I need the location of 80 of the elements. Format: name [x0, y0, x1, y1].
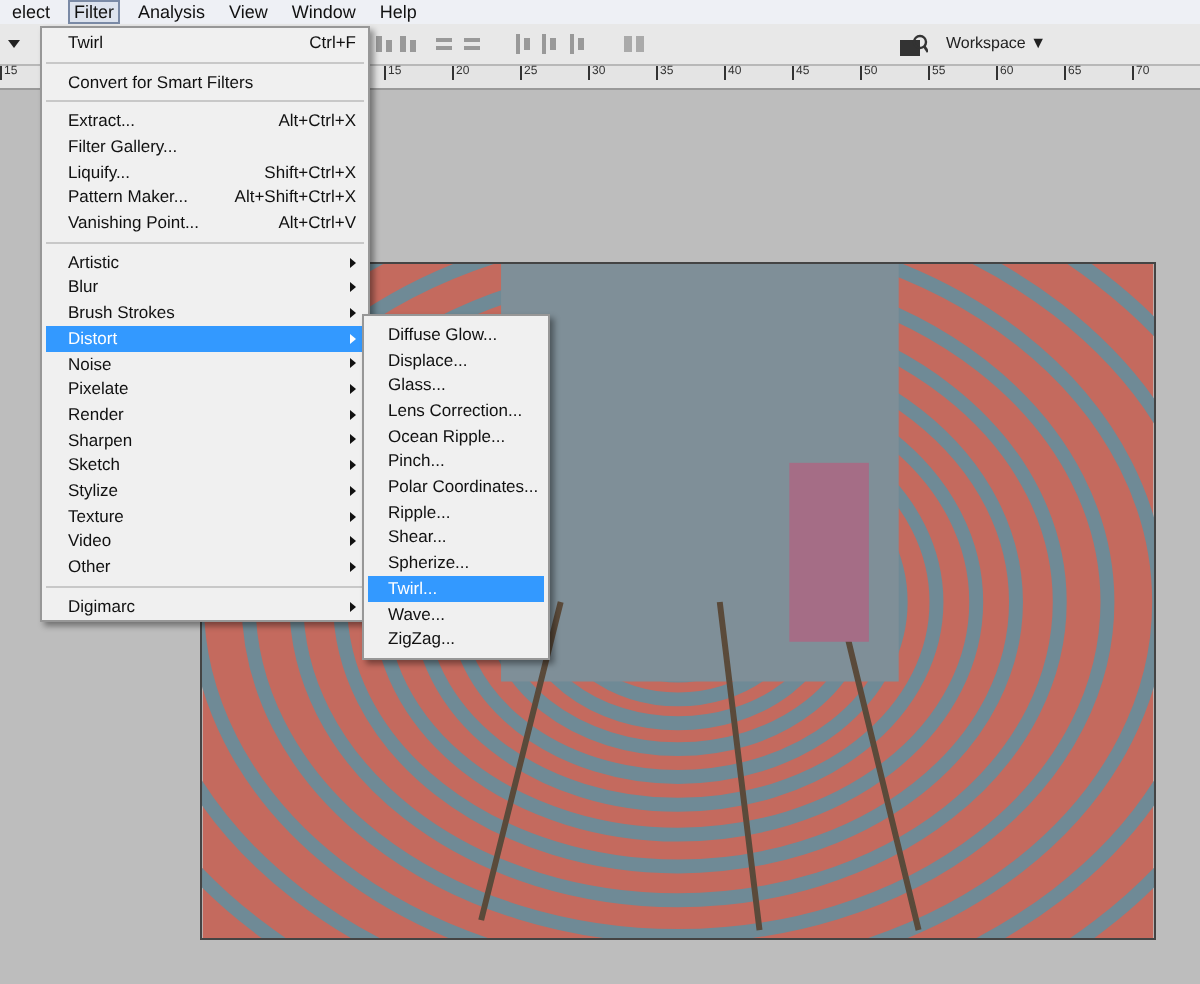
- submenu-arrow-icon: [350, 282, 356, 293]
- menu-item[interactable]: ZigZag...: [368, 626, 544, 652]
- camera-icon[interactable]: [900, 33, 928, 55]
- menu-item[interactable]: Noise: [46, 351, 364, 377]
- menu-item-label: Stylize: [68, 477, 119, 504]
- menu-item[interactable]: Pinch...: [368, 448, 544, 475]
- menu-item[interactable]: Ocean Ripple...: [368, 423, 544, 449]
- menu-item[interactable]: Lens Correction...: [368, 398, 544, 424]
- menu-item[interactable]: Sharpen: [46, 427, 364, 453]
- menu-item[interactable]: Glass...: [368, 372, 544, 399]
- submenu-arrow-icon: [350, 257, 356, 268]
- submenu-arrow-icon: [350, 308, 356, 319]
- submenu-arrow-icon: [350, 358, 356, 369]
- submenu-arrow-icon: [350, 536, 356, 547]
- menu-item-label: Pattern Maker...: [68, 184, 188, 211]
- menu-item[interactable]: Blur: [46, 275, 364, 301]
- menu-item[interactable]: Pattern Maker... Alt+Shift+Ctrl+X: [46, 184, 364, 211]
- menu-item[interactable]: Liquify... Shift+Ctrl+X: [46, 159, 364, 185]
- submenu-arrow-icon: [350, 511, 356, 522]
- menu-item[interactable]: Polar Coordinates...: [368, 474, 544, 500]
- menu-bar-item[interactable]: Analysis: [126, 0, 218, 24]
- menu-item[interactable]: Wave...: [368, 601, 544, 627]
- menu-item-label: Noise: [68, 351, 112, 377]
- menu-item-label: Render: [68, 401, 124, 428]
- menu-item-label: Distort: [68, 325, 118, 352]
- menu-item[interactable]: Brush Strokes: [46, 300, 364, 326]
- menu-item[interactable]: Vanishing Point... Alt+Ctrl+V: [46, 210, 364, 236]
- menu-item-label: Artistic: [68, 249, 119, 276]
- menu-item-label: Digimarc: [68, 593, 136, 619]
- workspace-button[interactable]: Workspace ▼: [946, 32, 1047, 56]
- shortcut-label: Alt+Ctrl+V: [278, 210, 356, 236]
- menu-item-label: Vanishing Point...: [68, 210, 200, 236]
- dropdown-arrow-icon[interactable]: [8, 40, 20, 48]
- menu-item[interactable]: Texture: [46, 503, 364, 529]
- submenu-arrow-icon: [350, 561, 356, 572]
- menu-item[interactable]: Filter Gallery...: [46, 134, 364, 160]
- menu-item[interactable]: Render: [46, 401, 364, 428]
- submenu-arrow-icon: [350, 460, 356, 471]
- menu-item[interactable]: Other: [46, 554, 364, 580]
- menu-item[interactable]: Sketch: [46, 452, 364, 478]
- menu-item-label: Other: [68, 554, 111, 580]
- menu-item-label: Brush Strokes: [68, 300, 175, 326]
- menu-item[interactable]: Video: [46, 528, 364, 555]
- menu-item[interactable]: Artistic: [46, 249, 364, 275]
- menu-item-label: Video: [68, 528, 112, 555]
- menu-item[interactable]: Displace...: [368, 347, 544, 373]
- menu-bar-item[interactable]: Window: [279, 0, 368, 24]
- shortcut-label: Shift+Ctrl+X: [264, 159, 356, 185]
- submenu-arrow-icon: [350, 434, 356, 445]
- menu-item[interactable]: Twirl Ctrl+F: [46, 30, 364, 56]
- menu-item-label: Blur: [68, 274, 99, 301]
- menu-item[interactable]: Diffuse Glow...: [368, 322, 544, 348]
- menu-item[interactable]: Digimarc: [46, 593, 364, 619]
- menu-item-label: Filter Gallery...: [68, 134, 178, 160]
- menu-item-label: Liquify...: [68, 159, 131, 185]
- menu-item[interactable]: Extract... Alt+Ctrl+X: [46, 108, 364, 135]
- menu-bar-item[interactable]: elect: [0, 0, 63, 24]
- menu-item-label: Pixelate: [68, 376, 129, 402]
- shortcut-label: Alt+Ctrl+X: [278, 108, 356, 135]
- menu-item[interactable]: Ripple...: [368, 499, 544, 525]
- menu-bar-item[interactable]: Filter: [68, 0, 121, 24]
- menu-item-label: Texture: [68, 503, 124, 529]
- submenu-arrow-icon: [350, 384, 356, 395]
- menu-item[interactable]: Shear...: [368, 525, 544, 551]
- submenu-arrow-icon: [350, 485, 356, 496]
- menu-item-label: Extract...: [68, 108, 136, 135]
- menu-item[interactable]: Stylize: [46, 478, 364, 504]
- auto-align-icon[interactable]: [624, 36, 644, 52]
- submenu-arrow-icon: [350, 601, 356, 612]
- menu-bar-item[interactable]: Help: [367, 0, 429, 24]
- menu-item-label: Twirl: [68, 29, 103, 56]
- menu-bar-item[interactable]: View: [217, 0, 280, 24]
- submenu-arrow-icon: [350, 409, 356, 420]
- shortcut-label: Alt+Shift+Ctrl+X: [234, 184, 356, 211]
- menu-item-label: Sketch: [68, 452, 120, 479]
- submenu-arrow-icon: [350, 333, 356, 344]
- shortcut-label: Ctrl+F: [309, 29, 356, 56]
- menu-item-label: Sharpen: [68, 427, 133, 453]
- menu-item[interactable]: Spherize...: [368, 550, 544, 576]
- menu-item[interactable]: Pixelate: [46, 376, 364, 402]
